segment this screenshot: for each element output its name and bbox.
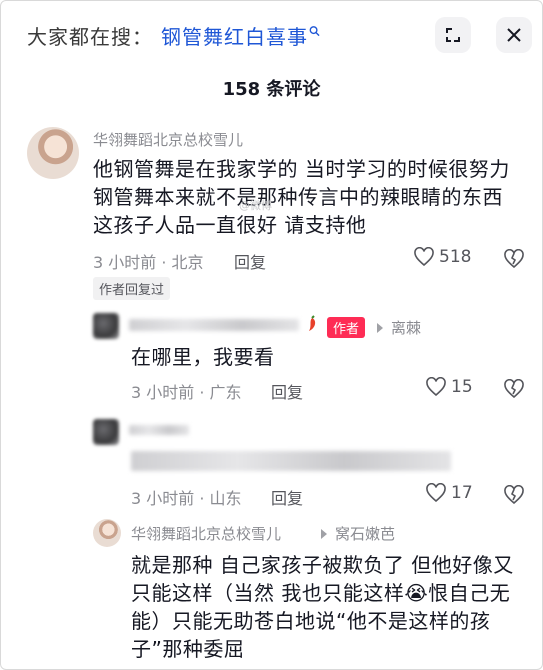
reply-time: 3 小时前 · 山东 [131, 489, 242, 508]
reply-to-username[interactable]: 离棘 [391, 317, 421, 338]
blurred-username [129, 319, 299, 331]
reply-arrow-icon [377, 323, 383, 333]
comment-panel: 大家都在搜： 钢管舞红白喜事 158 条评论 华翎舞蹈北京总校雪儿 他钢管舞是在… [0, 0, 543, 670]
comment-username[interactable]: 华翎舞蹈北京总校雪儿 [93, 129, 243, 150]
close-icon [507, 28, 521, 42]
author-replied-badge: 作者回复过 [93, 277, 171, 300]
avatar[interactable] [93, 313, 119, 339]
broken-heart-icon[interactable] [503, 249, 525, 269]
heart-icon [426, 377, 446, 397]
comment-time: 3 小时前 · 北京 [93, 253, 204, 272]
watermark: @微博 [239, 199, 272, 212]
like-button[interactable]: 518 [413, 247, 471, 267]
avatar[interactable] [93, 419, 119, 445]
avatar[interactable] [27, 127, 79, 179]
heart-icon [426, 483, 446, 503]
broken-heart-icon[interactable] [503, 485, 525, 505]
reply-button[interactable]: 回复 [234, 249, 266, 273]
blurred-reply-text [131, 451, 451, 471]
reply-button[interactable]: 回复 [271, 379, 303, 403]
chili-emoji-icon [309, 315, 316, 331]
author-tag: 作者 [327, 317, 366, 338]
reply-username[interactable]: 华翎舞蹈北京总校雪儿 [131, 523, 281, 544]
reply-text: 在哪里，我要看 [131, 345, 275, 369]
blurred-username [129, 425, 189, 435]
like-button[interactable]: 17 [425, 483, 473, 503]
expand-button[interactable] [435, 17, 471, 53]
comment-count-title: 158 条评论 [222, 79, 321, 100]
like-count: 518 [439, 247, 472, 267]
comment-line-2: 钢管舞本来就不是那种传言中的辣眼睛的东西 [93, 185, 503, 209]
reply-arrow-icon [321, 529, 327, 539]
reply-button[interactable]: 回复 [271, 485, 303, 509]
heart-icon [414, 247, 434, 267]
search-suggestion-link[interactable]: 钢管舞红白喜事 [161, 21, 308, 50]
broken-heart-icon[interactable] [503, 379, 525, 399]
search-icon [309, 26, 320, 37]
reply-line-3: 能）只能无助苍白地说“他不是这样的孩 [131, 609, 491, 633]
like-count: 15 [451, 377, 473, 397]
reply-line-2: 只能这样（当然 我也只能这样😭恨自己无 [131, 581, 511, 605]
reply-to-username[interactable]: 窝石嫩芭 [335, 523, 395, 544]
like-count: 17 [451, 483, 473, 503]
comment-line-1: 他钢管舞是在我家学的 当时学习的时候很努力 [93, 157, 510, 181]
reply-line-1: 就是那种 自己家孩子被欺负了 但他好像又 [131, 553, 514, 577]
search-prefix-label: 大家都在搜： [27, 25, 153, 49]
reply-line-4: 子”那种委屈 [131, 637, 245, 661]
expand-icon [446, 28, 460, 42]
reply-time: 3 小时前 · 广东 [131, 383, 242, 402]
close-button[interactable] [496, 17, 532, 53]
search-header: 大家都在搜： 钢管舞红白喜事 [1, 1, 542, 71]
avatar[interactable] [93, 519, 121, 547]
like-button[interactable]: 15 [425, 377, 473, 397]
comment-line-3: 这孩子人品一直很好 请支持他 [93, 213, 367, 237]
